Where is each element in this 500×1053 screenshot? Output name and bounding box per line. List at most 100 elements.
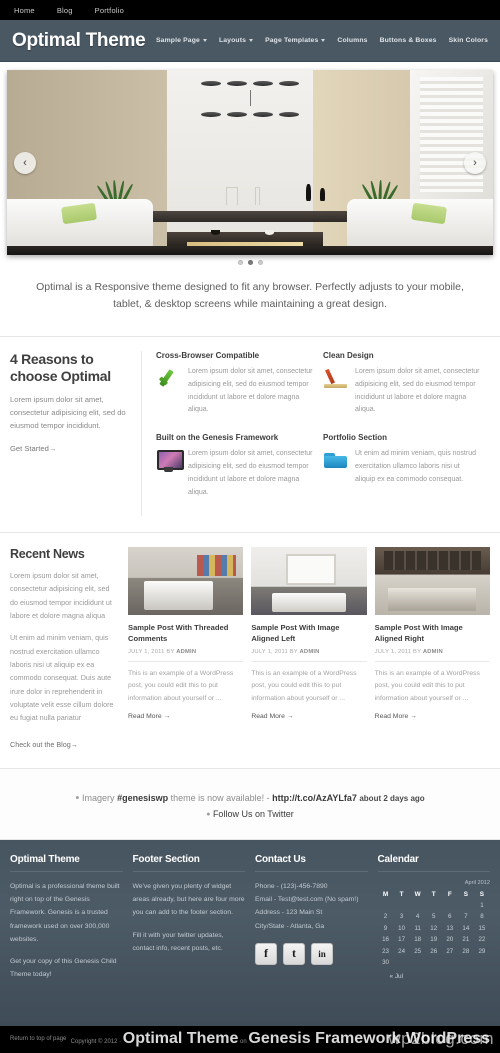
post-date: JULY 1, 2011 BY bbox=[374, 649, 422, 656]
chevron-down-icon bbox=[202, 39, 207, 42]
check-out-blog-link[interactable]: Check out the Blog→ bbox=[10, 740, 78, 749]
footer-widget-contact-us: Contact Us Phone - (123)-456-7890 Email … bbox=[255, 854, 368, 1008]
linkedin-icon[interactable]: in bbox=[311, 942, 333, 965]
slider-prev-arrow-icon[interactable]: ‹ bbox=[14, 151, 36, 174]
calendar-day: 10 bbox=[398, 924, 406, 932]
post-thumbnail[interactable] bbox=[251, 547, 367, 616]
tweet-url[interactable]: http://t.co/AzAYLfa7 bbox=[272, 793, 357, 803]
post-meta: JULY 1, 2011 BY ADMIN bbox=[251, 649, 367, 663]
site-title[interactable]: Optimal Theme bbox=[12, 30, 146, 52]
post-author[interactable]: ADMIN bbox=[176, 649, 196, 655]
post-title[interactable]: Sample Post With Image Aligned Right bbox=[375, 622, 490, 644]
contact-address: Address - 123 Main St bbox=[255, 909, 323, 917]
calendar-day: 17 bbox=[398, 936, 406, 944]
calendar-day bbox=[410, 957, 426, 968]
utility-nav-blog[interactable]: Blog bbox=[57, 6, 73, 15]
nav-label: Skin Colors bbox=[448, 37, 488, 44]
post-excerpt: This is an example of a WordPress post, … bbox=[128, 670, 234, 702]
return-to-top-link[interactable]: Return to top of page bbox=[10, 1036, 66, 1042]
post-author[interactable]: ADMIN bbox=[300, 649, 320, 655]
on-text: on bbox=[238, 1039, 249, 1046]
nav-label: Buttons & Boxes bbox=[379, 37, 437, 44]
nav-item-layouts[interactable]: Layouts bbox=[218, 37, 254, 44]
nav-item-sample-page[interactable]: Sample Page bbox=[156, 37, 207, 44]
theme-link[interactable]: Optimal Theme bbox=[123, 1030, 239, 1047]
lamp-icon bbox=[278, 112, 299, 118]
slider-next-arrow-icon[interactable]: › bbox=[464, 151, 486, 174]
calendar-week-row: 1 bbox=[378, 900, 491, 911]
calendar-day: 6 bbox=[448, 913, 452, 921]
post-title[interactable]: Sample Post With Threaded Comments bbox=[128, 622, 243, 644]
slider-pagination bbox=[7, 255, 493, 265]
tweet-hashtag[interactable]: #genesiswp bbox=[117, 793, 168, 803]
slider-dot-3[interactable] bbox=[257, 260, 263, 265]
post-meta: JULY 1, 2011 BY ADMIN bbox=[128, 649, 244, 663]
calendar-table: M T W T F S S 1 2 3 4 5 6 7 8 9 10 11 12… bbox=[378, 889, 491, 968]
social-links: f t in bbox=[255, 942, 368, 965]
post-list: Sample Post With Threaded Comments JULY … bbox=[128, 547, 490, 751]
calendar-week-row: 30 bbox=[378, 957, 491, 968]
widget-title: Contact Us bbox=[255, 854, 368, 872]
slider-dot-1[interactable] bbox=[237, 260, 243, 265]
hero-cushion-green bbox=[411, 202, 448, 225]
calendar-day bbox=[394, 957, 410, 968]
nav-label: Layouts bbox=[218, 37, 247, 44]
weekday-sat: S bbox=[463, 890, 468, 898]
calendar-day: 14 bbox=[462, 924, 470, 932]
nav-item-skin-colors[interactable]: Skin Colors bbox=[449, 37, 488, 44]
hero-candelabra-large bbox=[225, 187, 238, 206]
post-author[interactable]: ADMIN bbox=[423, 649, 443, 655]
hero-bowl-dark bbox=[211, 229, 221, 235]
utility-nav-home[interactable]: Home bbox=[14, 6, 35, 15]
lamp-icon bbox=[278, 81, 299, 87]
features-intro: 4 Reasons to choose Optimal Lorem ipsum … bbox=[10, 350, 142, 517]
nav-item-buttons-boxes[interactable]: Buttons & Boxes bbox=[380, 37, 437, 44]
nav-item-columns[interactable]: Columns bbox=[337, 37, 367, 44]
chandelier-row-bottom bbox=[201, 112, 299, 118]
get-started-link[interactable]: Get Started→ bbox=[10, 444, 129, 453]
platform-link[interactable]: WordPress bbox=[406, 1030, 490, 1047]
calendar-day: 3 bbox=[399, 913, 404, 921]
contact-phone: Phone - (123)-456-7890 bbox=[255, 882, 328, 890]
hero-vase-short bbox=[320, 188, 326, 202]
chevron-down-icon bbox=[321, 39, 326, 42]
post-card: Sample Post With Threaded Comments JULY … bbox=[128, 547, 244, 751]
lamp-icon bbox=[227, 112, 248, 118]
design-icon bbox=[323, 366, 349, 392]
recent-news-section: Recent News Lorem ipsum dolor sit amet, … bbox=[0, 533, 500, 769]
framework-link[interactable]: Genesis Framework bbox=[248, 1030, 400, 1047]
post-thumbnail[interactable] bbox=[374, 547, 490, 616]
utility-nav-portfolio[interactable]: Portfolio bbox=[95, 6, 124, 15]
calendar-day: 19 bbox=[430, 936, 438, 944]
chandelier-wire bbox=[249, 90, 251, 107]
footer-widget-optimal-theme: Optimal Theme Optimal is a professional … bbox=[10, 854, 123, 1008]
read-more-link[interactable]: Read More → bbox=[375, 713, 417, 720]
footer-widget-footer-section: Footer Section We've given you plenty of… bbox=[132, 854, 245, 1008]
feature-box-genesis-framework: Built on the Genesis Framework Lorem ips… bbox=[156, 433, 323, 500]
post-title[interactable]: Sample Post With Image Aligned Left bbox=[251, 622, 366, 644]
calendar-day: 28 bbox=[462, 947, 470, 955]
recent-news-intro: Recent News Lorem ipsum dolor sit amet, … bbox=[10, 547, 128, 751]
chandelier-row-top bbox=[201, 81, 299, 87]
recent-news-heading: Recent News bbox=[10, 547, 85, 562]
twitter-icon[interactable]: t bbox=[283, 942, 305, 965]
calendar-day bbox=[394, 900, 410, 911]
copyright-credits: Copyright © 2012 · Optimal Theme on Gene… bbox=[71, 1030, 490, 1048]
follow-us-link[interactable]: Follow Us on Twitter bbox=[213, 809, 294, 819]
feature-text: Lorem ipsum dolor sit amet, consectetur … bbox=[188, 367, 313, 414]
site-bottom-bar: Return to top of page Copyright © 2012 ·… bbox=[0, 1025, 500, 1053]
facebook-icon[interactable]: f bbox=[255, 942, 277, 965]
read-more-link[interactable]: Read More → bbox=[128, 713, 170, 720]
read-more-link[interactable]: Read More → bbox=[251, 713, 293, 720]
calendar-day: 30 bbox=[382, 958, 389, 966]
chevron-down-icon bbox=[249, 39, 254, 42]
calendar-prev-link[interactable]: « Jul bbox=[378, 973, 491, 980]
post-thumbnail[interactable] bbox=[128, 547, 244, 616]
footer-widget-calendar: Calendar April 2012 M T W T F S S 1 2 3 … bbox=[377, 854, 491, 1008]
hero-bowl-light bbox=[264, 229, 274, 235]
nav-label: Sample Page bbox=[155, 37, 200, 44]
folder-icon bbox=[323, 448, 349, 474]
slider-dot-2[interactable] bbox=[247, 260, 253, 265]
recent-news-para-2: Ut enim ad minim veniam, quis nostrud ex… bbox=[10, 633, 114, 723]
nav-item-page-templates[interactable]: Page Templates bbox=[265, 37, 326, 44]
